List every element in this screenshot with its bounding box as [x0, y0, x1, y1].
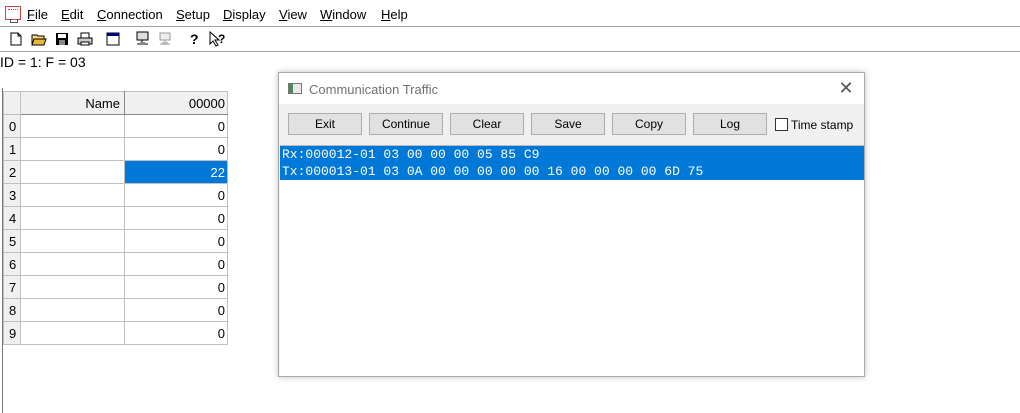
name-cell[interactable]	[20, 321, 125, 345]
app-icon[interactable]	[5, 6, 21, 23]
table-row: 3 0	[3, 183, 228, 207]
dialog-title-bar[interactable]: Communication Traffic ✕	[279, 73, 864, 104]
table-row: 0 0	[3, 114, 228, 138]
table-row: 5 0	[3, 229, 228, 253]
toolbar-separator	[127, 29, 128, 49]
table-row: 7 0	[3, 275, 228, 299]
name-cell[interactable]	[20, 160, 125, 184]
context-help-icon[interactable]: ?	[208, 30, 226, 48]
help-icon[interactable]: ?	[186, 30, 204, 48]
row-header[interactable]: 3	[3, 183, 21, 207]
row-header[interactable]: 9	[3, 321, 21, 345]
table-row: 9 0	[3, 321, 228, 345]
value-cell[interactable]: 0	[124, 114, 228, 138]
name-column-header[interactable]: Name	[20, 91, 125, 115]
id-function-label: ID = 1: F = 03	[0, 54, 86, 70]
window-icon	[288, 83, 302, 94]
traffic-line-rx[interactable]: Rx:000012-01 03 00 00 00 05 85 C9	[280, 146, 864, 163]
name-cell[interactable]	[20, 183, 125, 207]
row-header[interactable]: 7	[3, 275, 21, 299]
menu-bar: File Edit Connection Setup Display View …	[0, 0, 1020, 28]
save-button[interactable]: Save	[531, 113, 605, 135]
value-cell[interactable]: 0	[124, 137, 228, 161]
dialog-title: Communication Traffic	[309, 82, 439, 97]
name-cell[interactable]	[20, 298, 125, 322]
open-icon[interactable]	[30, 30, 48, 48]
menu-file[interactable]: File	[27, 7, 48, 22]
toolbar-separator	[230, 29, 231, 49]
table-row: 8 0	[3, 298, 228, 322]
print-icon[interactable]	[76, 30, 94, 48]
menu-window[interactable]: Window	[320, 7, 366, 22]
svg-text:?: ?	[218, 32, 225, 46]
name-cell[interactable]	[20, 229, 125, 253]
value-cell[interactable]: 0	[124, 298, 228, 322]
row-header[interactable]: 1	[3, 137, 21, 161]
value-cell[interactable]: 0	[124, 275, 228, 299]
continue-button[interactable]: Continue	[369, 113, 443, 135]
value-cell[interactable]: 0	[124, 229, 228, 253]
disconnect-icon[interactable]	[156, 30, 174, 48]
table-row: 4 0	[3, 206, 228, 230]
register-grid: Name 00000 0 0 1 0 2 22 3 0 4 0 5 0 6 0 …	[3, 91, 228, 345]
exit-button[interactable]: Exit	[288, 113, 362, 135]
close-icon[interactable]: ✕	[836, 78, 856, 98]
communication-traffic-dialog: Communication Traffic ✕ Exit Continue Cl…	[278, 72, 865, 377]
value-cell[interactable]: 0	[124, 206, 228, 230]
name-cell[interactable]	[20, 252, 125, 276]
row-header[interactable]: 5	[3, 229, 21, 253]
menu-connection[interactable]: Connection	[97, 7, 163, 22]
name-cell[interactable]	[20, 206, 125, 230]
value-cell[interactable]: 0	[124, 252, 228, 276]
menu-view[interactable]: View	[279, 7, 307, 22]
traffic-line-tx[interactable]: Tx:000013-01 03 0A 00 00 00 00 00 16 00 …	[280, 163, 864, 180]
window-icon[interactable]	[104, 30, 122, 48]
time-stamp-label[interactable]: Time stamp	[791, 118, 853, 132]
value-cell[interactable]: 0	[124, 321, 228, 345]
grid-corner[interactable]	[3, 91, 21, 115]
clear-button[interactable]: Clear	[450, 113, 524, 135]
value-cell[interactable]: 0	[124, 183, 228, 207]
row-header[interactable]: 4	[3, 206, 21, 230]
name-cell[interactable]	[20, 114, 125, 138]
svg-text:?: ?	[190, 31, 199, 47]
menu-display[interactable]: Display	[223, 7, 266, 22]
row-header[interactable]: 0	[3, 114, 21, 138]
time-stamp-checkbox[interactable]	[775, 118, 788, 131]
row-header[interactable]: 2	[3, 160, 21, 184]
toolbar-separator	[99, 29, 100, 49]
copy-button[interactable]: Copy	[612, 113, 686, 135]
menu-help[interactable]: Help	[381, 7, 408, 22]
menu-edit[interactable]: Edit	[61, 7, 83, 22]
traffic-log[interactable]: Rx:000012-01 03 00 00 00 05 85 C9 Tx:000…	[280, 145, 864, 376]
row-header[interactable]: 8	[3, 298, 21, 322]
toolbar: ? ?	[0, 26, 1020, 52]
connect-icon[interactable]	[134, 30, 152, 48]
log-button[interactable]: Log	[693, 113, 767, 135]
table-row: 1 0	[3, 137, 228, 161]
name-cell[interactable]	[20, 137, 125, 161]
table-row: 2 22	[3, 160, 228, 184]
save-icon[interactable]	[53, 30, 71, 48]
grid-header-row: Name 00000	[3, 91, 228, 115]
new-icon[interactable]	[7, 30, 25, 48]
value-column-header[interactable]: 00000	[124, 91, 228, 115]
menu-setup[interactable]: Setup	[176, 7, 210, 22]
name-cell[interactable]	[20, 275, 125, 299]
row-header[interactable]: 6	[3, 252, 21, 276]
value-cell-selected[interactable]: 22	[124, 160, 228, 184]
toolbar-separator	[179, 29, 180, 49]
table-row: 6 0	[3, 252, 228, 276]
